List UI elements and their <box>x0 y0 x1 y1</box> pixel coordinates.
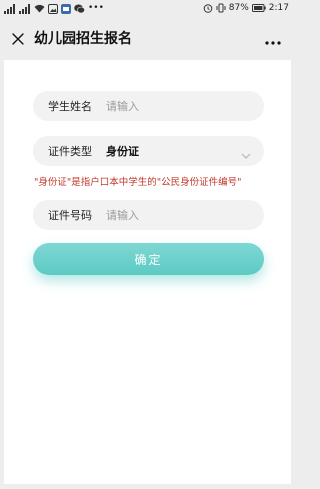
wifi-icon <box>34 4 45 13</box>
signal-icon <box>4 3 16 14</box>
more-horizontal-icon <box>265 30 281 49</box>
clock-time: 2:17 <box>268 3 289 13</box>
close-icon <box>12 30 24 49</box>
signal-icon-secondary <box>19 3 31 14</box>
confirm-button[interactable]: 确定 <box>33 243 264 275</box>
id-type-hint: "身份证"是指户口本中学生的"公民身份证件编号" <box>34 177 242 188</box>
more-notifications-icon: ••• <box>88 3 104 13</box>
more-options-button[interactable] <box>261 29 285 49</box>
status-bar-left: ••• <box>4 3 104 14</box>
photo-notification-icon <box>48 3 58 14</box>
content-area: 学生姓名 证件类型 身份证 "身份证"是指户口本中学生的"公民身份证件编号" 证… <box>4 60 291 484</box>
student-name-field[interactable]: 学生姓名 <box>33 91 264 121</box>
alarm-icon <box>203 3 213 13</box>
battery-icon <box>251 4 266 12</box>
wechat-notification-icon <box>74 4 85 14</box>
id-type-label: 证件类型 <box>48 145 92 158</box>
id-number-field[interactable]: 证件号码 <box>33 200 264 230</box>
image-notification-icon <box>61 3 71 14</box>
status-bar-right: 87% 2:17 <box>203 3 289 13</box>
status-bar: ••• 87% 2:17 <box>0 0 295 18</box>
id-type-select[interactable]: 证件类型 身份证 <box>33 136 264 166</box>
id-number-input[interactable] <box>106 208 246 222</box>
student-name-input[interactable] <box>106 99 246 113</box>
battery-percent: 87% <box>228 3 249 13</box>
student-name-label: 学生姓名 <box>48 100 92 113</box>
id-type-value: 身份证 <box>106 145 139 158</box>
close-button[interactable] <box>8 29 28 49</box>
chevron-down-icon <box>240 146 252 159</box>
vibrate-icon <box>216 3 226 13</box>
page-title: 幼儿园招生报名 <box>34 31 132 47</box>
id-number-label: 证件号码 <box>48 209 92 222</box>
nav-bar: 幼儿园招生报名 <box>0 18 295 60</box>
